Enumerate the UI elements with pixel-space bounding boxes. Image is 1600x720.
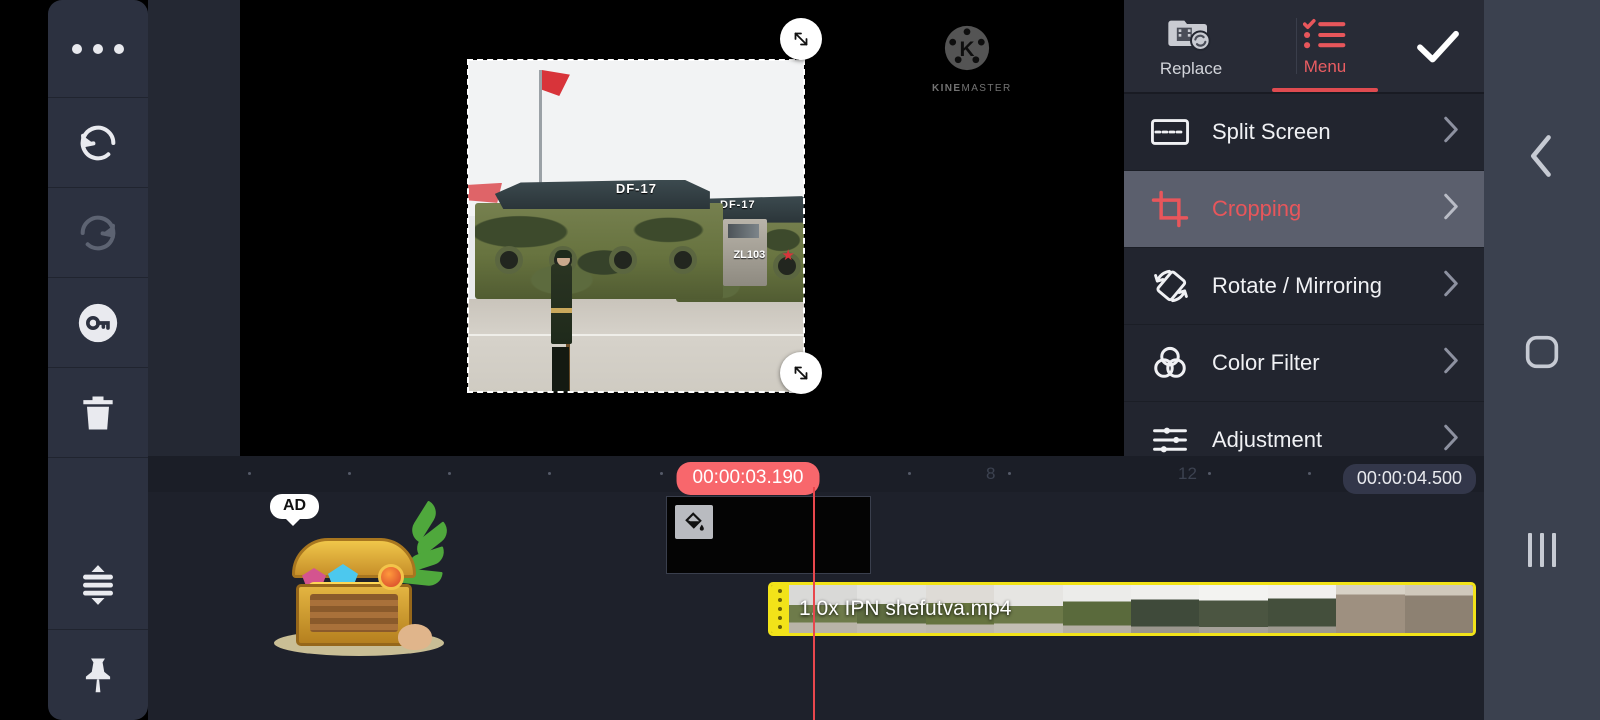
- crop-handle-top-right[interactable]: [780, 18, 822, 60]
- redo-icon: [75, 210, 121, 256]
- ruler-label: 8: [986, 464, 996, 483]
- crop-handle-bottom-right[interactable]: [780, 352, 822, 394]
- timeline[interactable]: 8 12 00:00:03.190 00:00:04.500 AD 1.0x I…: [148, 456, 1484, 720]
- clip-thumbnails: [789, 585, 1473, 633]
- nav-home-button[interactable]: [1484, 312, 1600, 392]
- svg-text:K: K: [959, 38, 974, 61]
- menu-item-split-screen[interactable]: Split Screen: [1124, 94, 1484, 171]
- menu-item-label: Cropping: [1212, 196, 1302, 221]
- tab-menu-label: Menu: [1303, 56, 1347, 76]
- ad-banner[interactable]: AD: [258, 492, 508, 682]
- rotate-icon: [1150, 266, 1204, 306]
- video-clip[interactable]: 1.0x IPN shefutva.mp4: [768, 582, 1476, 636]
- menu-item-rotate-mirroring[interactable]: Rotate / Mirroring: [1124, 248, 1484, 325]
- solid-color-layer-clip[interactable]: [666, 496, 871, 574]
- color-filter-icon: [1150, 344, 1204, 382]
- timeline-ruler[interactable]: 8 12 00:00:03.190 00:00:04.500: [148, 456, 1484, 495]
- kinemaster-logo-icon: K: [944, 25, 990, 71]
- undo-button[interactable]: [48, 98, 148, 188]
- menu-item-cropping[interactable]: Cropping: [1124, 171, 1484, 248]
- key-icon: [75, 300, 121, 346]
- tab-menu[interactable]: Menu: [1258, 0, 1392, 92]
- replace-media-icon: [1168, 20, 1211, 51]
- home-square-icon: [1525, 335, 1559, 369]
- pin-button[interactable]: [48, 630, 148, 720]
- nav-recents-button[interactable]: [1484, 510, 1600, 590]
- left-toolbar: [48, 0, 148, 720]
- preview-canvas[interactable]: DF-17 ZL103 DF-17 K KINEMASTER: [240, 0, 1032, 452]
- resize-diagonal-icon: [794, 366, 808, 380]
- menu-item-color-filter[interactable]: Color Filter: [1124, 325, 1484, 402]
- options-panel: Replace Menu Split Screen Cropping Rotat…: [1124, 0, 1484, 479]
- chevron-right-icon: [1440, 115, 1462, 150]
- android-navbar: [1484, 0, 1600, 720]
- adjustment-icon: [1150, 423, 1204, 457]
- crop-selection-box[interactable]: [467, 59, 805, 393]
- watermark-prefix: KINE: [932, 83, 962, 94]
- tab-replace-label: Replace: [1159, 58, 1223, 78]
- pin-icon: [76, 653, 120, 697]
- tab-active-underline: [1272, 88, 1378, 92]
- kinemaster-editor-screen: DF-17 ZL103 DF-17 K KINEMASTER Replace M…: [0, 0, 1600, 720]
- playhead-line[interactable]: [813, 487, 815, 720]
- ruler-label: 12: [1178, 464, 1197, 483]
- check-icon: [1417, 30, 1459, 63]
- menu-item-label: Color Filter: [1212, 350, 1320, 375]
- ad-badge-label: AD: [270, 494, 320, 526]
- menu-item-label: Adjustment: [1212, 427, 1323, 452]
- more-options-button[interactable]: [48, 0, 148, 98]
- confirm-button[interactable]: [1392, 0, 1484, 92]
- ad-medal: [378, 564, 404, 590]
- chevron-right-icon: [1440, 192, 1462, 227]
- recents-bars-icon: [1528, 533, 1556, 567]
- preview-area[interactable]: DF-17 ZL103 DF-17 K KINEMASTER: [240, 0, 1124, 456]
- chevron-left-icon: [1530, 135, 1551, 177]
- delete-button[interactable]: [48, 368, 148, 458]
- ad-shell: [398, 624, 432, 650]
- panel-tab-bar: Replace Menu: [1124, 0, 1484, 92]
- paint-bucket-icon: [675, 505, 713, 539]
- watermark: K KINEMASTER: [932, 22, 1010, 94]
- chevron-right-icon: [1440, 269, 1462, 304]
- clip-trim-handle-left[interactable]: [771, 585, 789, 633]
- total-duration-badge: 00:00:04.500: [1342, 464, 1476, 494]
- lock-button[interactable]: [48, 278, 148, 368]
- playhead-time-badge[interactable]: 00:00:03.190: [676, 462, 820, 495]
- watermark-suffix: MASTER: [961, 83, 1012, 94]
- checklist-icon: [1303, 18, 1346, 48]
- more-dots-icon: [72, 43, 124, 54]
- chevron-right-icon: [1440, 346, 1462, 381]
- menu-item-label: Split Screen: [1212, 119, 1331, 144]
- watermark-text: KINEMASTER: [932, 83, 1010, 94]
- chevron-right-icon: [1440, 423, 1462, 458]
- split-screen-icon: [1150, 117, 1204, 147]
- menu-item-label: Rotate / Mirroring: [1212, 273, 1382, 298]
- nav-back-button[interactable]: [1484, 116, 1600, 196]
- crop-icon: [1150, 190, 1204, 228]
- trash-icon: [76, 391, 120, 435]
- preview-left-gutter: [148, 0, 240, 456]
- redo-button[interactable]: [48, 188, 148, 278]
- undo-icon: [75, 120, 121, 166]
- tab-replace[interactable]: Replace: [1124, 0, 1258, 92]
- expand-vertical-icon: [75, 562, 121, 608]
- expand-timeline-button[interactable]: [48, 540, 148, 630]
- resize-diagonal-icon: [794, 32, 808, 46]
